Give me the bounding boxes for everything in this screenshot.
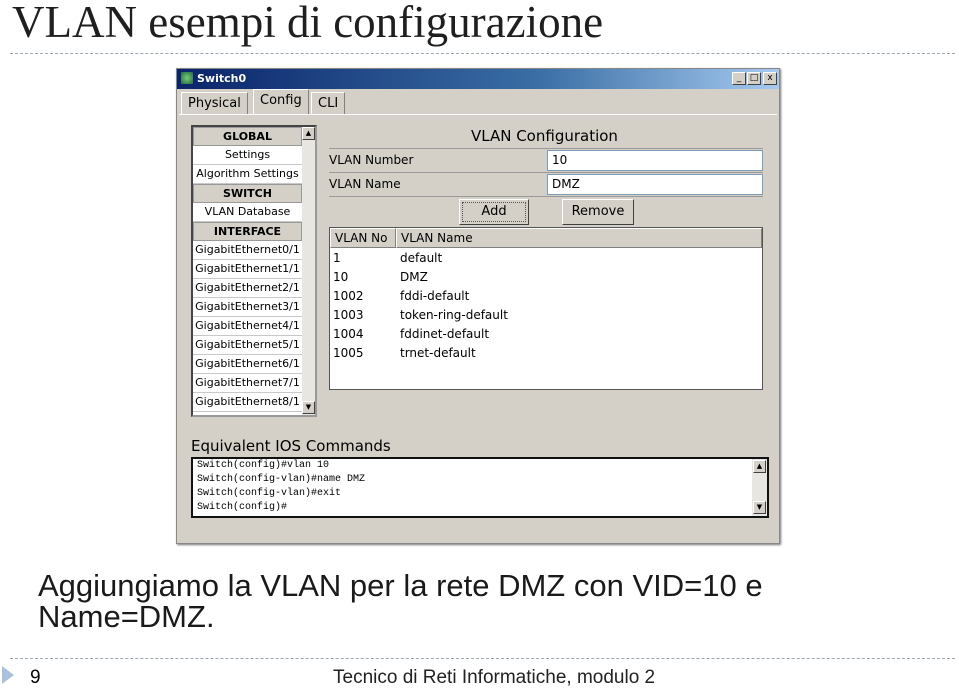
scroll-up-icon[interactable]: ▲ [302,127,315,140]
vlan-no-cell: 1 [333,251,341,265]
sidebar-item[interactable]: GigabitEthernet6/1 [193,355,302,374]
config-sidebar: GLOBAL Settings Algorithm Settings SWITCH VL… [191,125,317,417]
sidebar-item[interactable]: GigabitEthernet9/1 [193,412,302,415]
ios-command-line: Switch(config)#vlan 10 [197,460,330,471]
panel-title: VLAN Configuration [471,127,618,145]
page-number: 9 [30,667,41,688]
vlan-no-cell: 1005 [333,346,364,360]
vlan-no-cell: 10 [333,270,349,284]
divider [329,172,763,173]
footer-text: Tecnico di Reti Informatiche, modulo 2 [333,667,656,688]
column-header-vlan-name[interactable]: VLAN Name [396,228,762,248]
ios-command-line: Switch(config)# [197,502,288,513]
close-button[interactable]: x [763,72,777,85]
sidebar-item[interactable]: GigabitEthernet1/1 [193,260,302,279]
vlan-table: VLAN No VLAN Name 1 default 10 DMZ 1002 fddi-… [329,227,763,390]
vlan-no-cell: 1003 [333,308,364,322]
switch-icon [181,72,193,84]
divider [329,148,763,149]
sidebar-scrollbar[interactable]: ▲ ▼ [302,127,315,415]
sidebar-item[interactable]: Settings [193,146,302,165]
caption-line: Aggiungiamo la VLAN per la rete DMZ con … [38,568,763,603]
title-bar: Switch0 [177,69,779,89]
vlan-number-label: VLAN Number [329,153,414,167]
sidebar-item[interactable]: GigabitEthernet0/1 [193,241,302,260]
ios-commands-console: Switch(config)#vlan 10 Switch(config-vlan… [191,457,769,518]
sidebar-item[interactable]: GigabitEthernet3/1 [193,298,302,317]
caption-line: Name=DMZ. [38,599,215,634]
ios-command-line: Switch(config-vlan)#exit [197,488,342,499]
vlan-name-cell: fddi-default [400,289,470,303]
tab-config[interactable]: Config [253,89,309,114]
ios-command-line: Switch(config-vlan)#name DMZ [197,474,366,485]
add-button[interactable]: Add [459,199,529,225]
table-row[interactable]: 1005 trnet-default [330,344,762,363]
console-scrollbar[interactable]: ▲ ▼ [752,459,767,516]
scroll-up-icon[interactable]: ▲ [753,460,766,473]
sidebar-section-header: GLOBAL [193,127,302,146]
vlan-name-label: VLAN Name [329,177,401,191]
window-title: Switch0 [197,72,247,85]
tab-cli[interactable]: CLI [311,92,346,114]
slide-caption: Aggiungiamo la VLAN per la rete DMZ con … [38,570,938,632]
sidebar-item[interactable]: GigabitEthernet5/1 [193,336,302,355]
sidebar-item[interactable]: GigabitEthernet7/1 [193,374,302,393]
table-row[interactable]: 1003 token-ring-default [330,306,762,325]
sidebar-section-header: SWITCH [193,184,302,203]
table-row[interactable]: 10 DMZ [330,268,762,287]
sidebar-item[interactable]: Algorithm Settings [193,165,302,184]
scroll-down-icon[interactable]: ▼ [302,401,315,414]
vlan-name-input[interactable]: DMZ [547,174,763,195]
switch-window: Switch0 _ □ x Physical Config CLI GLOBAL… [176,68,780,544]
scroll-down-icon[interactable]: ▼ [753,501,766,514]
vlan-name-cell: DMZ [400,270,428,284]
table-row[interactable]: 1002 fddi-default [330,287,762,306]
vlan-name-cell: fddinet-default [400,327,490,341]
sidebar-section-header: INTERFACE [193,222,302,241]
vlan-no-cell: 1004 [333,327,364,341]
vlan-no-cell: 1002 [333,289,364,303]
column-header-vlan-no[interactable]: VLAN No [330,228,396,248]
divider [329,196,763,197]
table-row[interactable]: 1004 fddinet-default [330,325,762,344]
tab-divider [179,114,777,115]
footer-divider [10,658,955,659]
table-row[interactable]: 1 default [330,249,762,268]
remove-button[interactable]: Remove [562,199,634,225]
vlan-name-cell: token-ring-default [400,308,508,322]
tab-physical[interactable]: Physical [181,92,248,114]
sidebar-item[interactable]: VLAN Database [193,203,302,222]
divider [10,53,955,54]
sidebar-item[interactable]: GigabitEthernet4/1 [193,317,302,336]
ios-commands-label: Equivalent IOS Commands [191,437,391,455]
sidebar-item[interactable]: GigabitEthernet8/1 [193,393,302,412]
maximize-button[interactable]: □ [747,72,761,85]
vlan-number-input[interactable]: 10 [547,150,763,171]
vlan-name-cell: default [400,251,443,265]
minimize-button[interactable]: _ [732,72,746,85]
slide-title: VLAN esempi di configurazione [12,0,604,47]
bullet-arrow-icon [2,666,14,684]
sidebar-item[interactable]: GigabitEthernet2/1 [193,279,302,298]
vlan-name-cell: trnet-default [400,346,476,360]
